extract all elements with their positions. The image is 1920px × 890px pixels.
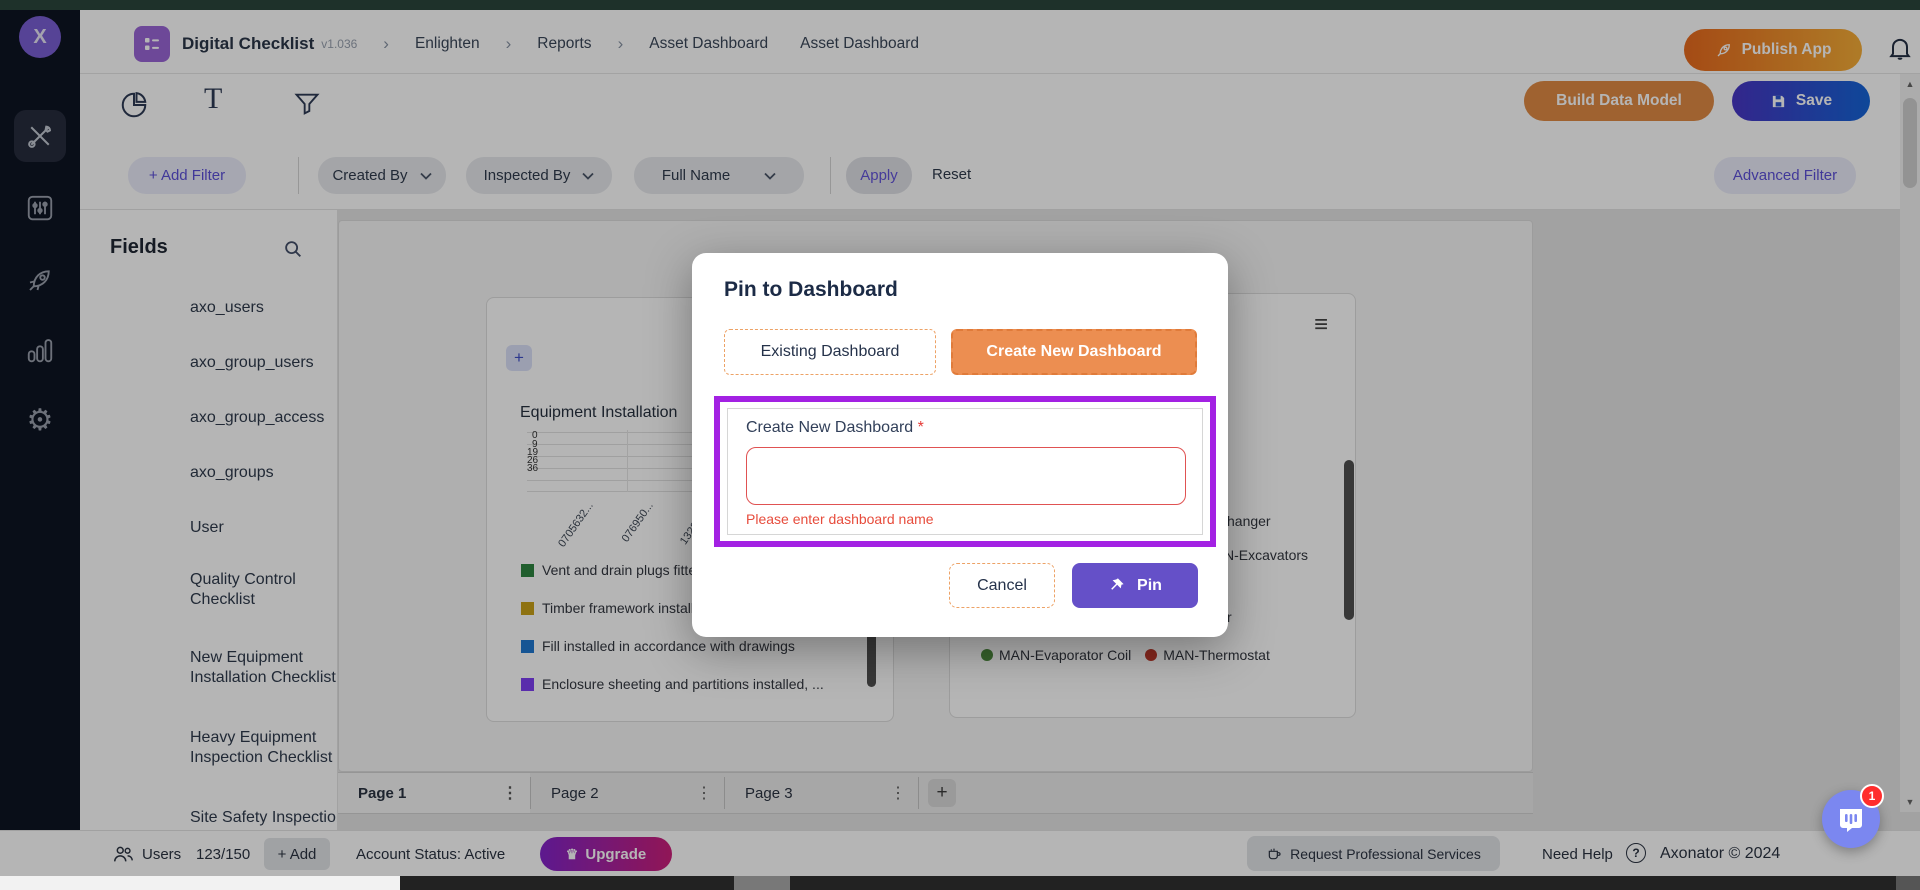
error-message: Please enter dashboard name — [746, 511, 934, 527]
existing-dashboard-tab[interactable]: Existing Dashboard — [724, 329, 936, 375]
required-asterisk: * — [917, 419, 924, 436]
dashboard-name-input[interactable] — [746, 447, 1186, 505]
cancel-button[interactable]: Cancel — [949, 563, 1055, 608]
scrollbar-corner — [1896, 876, 1920, 890]
modal-title: Pin to Dashboard — [724, 278, 898, 301]
scrollbar-segment — [734, 876, 790, 890]
pin-button[interactable]: Pin — [1072, 563, 1198, 608]
create-dashboard-field-panel: Create New Dashboard * Please enter dash… — [727, 408, 1203, 535]
chat-icon — [1840, 809, 1862, 832]
scrollbar-thumb[interactable] — [0, 876, 400, 890]
chat-notification-badge: 1 — [1860, 784, 1884, 808]
create-new-dashboard-tab[interactable]: Create New Dashboard — [951, 329, 1197, 375]
chat-widget-button[interactable]: 1 — [1822, 784, 1884, 848]
field-label: Create New Dashboard * — [746, 419, 924, 436]
pin-icon — [1111, 578, 1124, 590]
highlight-annotation: Create New Dashboard * Please enter dash… — [714, 396, 1216, 547]
horizontal-scrollbar[interactable] — [0, 876, 1920, 890]
